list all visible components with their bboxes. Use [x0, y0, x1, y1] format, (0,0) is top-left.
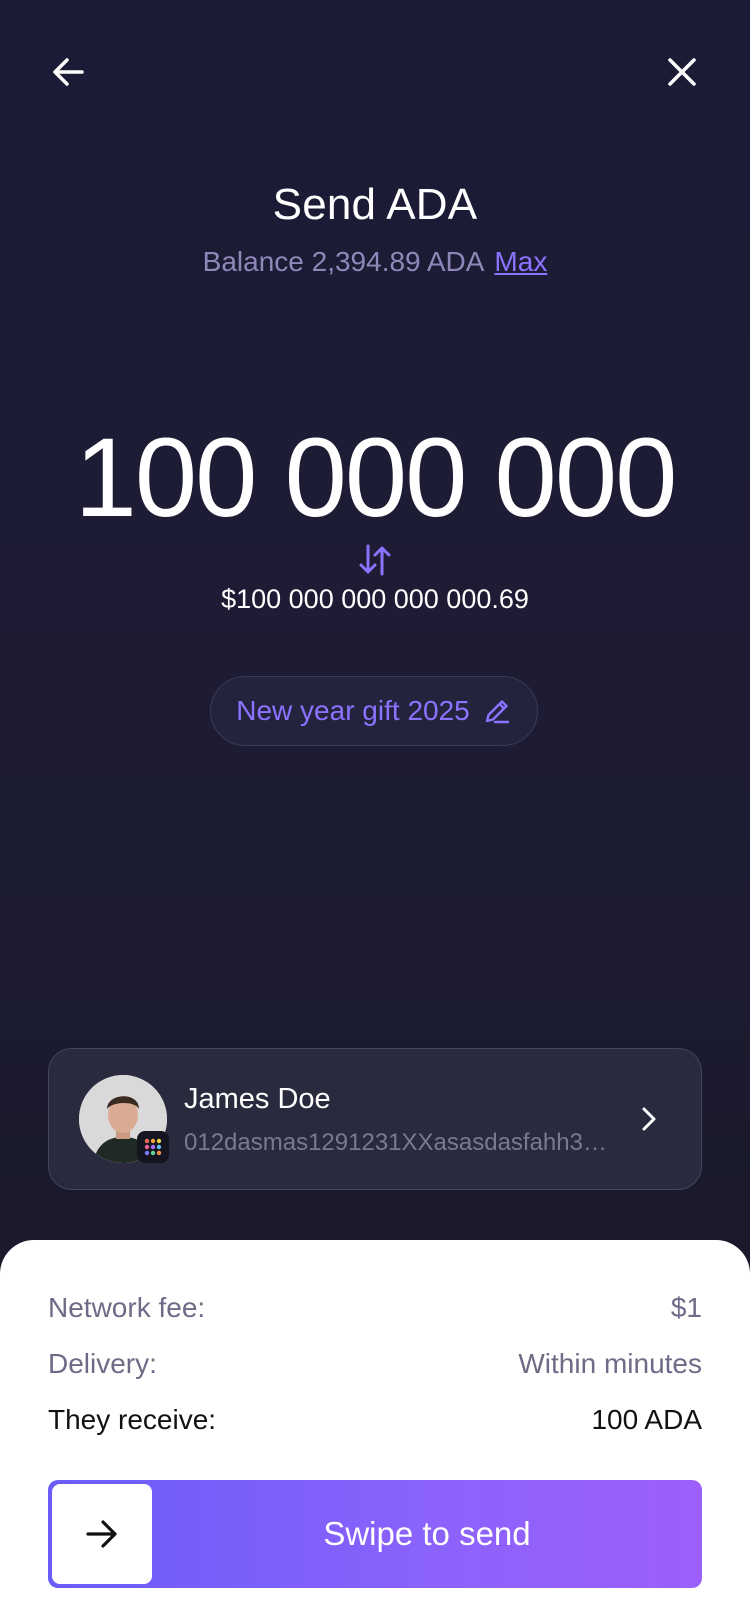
arrow-left-icon — [53, 58, 84, 86]
balance-row: Balance 2,394.89 ADA Max — [0, 246, 750, 278]
delivery-row: Delivery: Within minutes — [48, 1348, 702, 1380]
swipe-handle[interactable] — [52, 1484, 152, 1584]
chevron-right-icon — [642, 1107, 656, 1131]
delivery-value: Within minutes — [518, 1348, 702, 1379]
recipient-address: 012dasmas1291231XXasasdasfahh33... — [184, 1129, 614, 1156]
swap-vertical-icon[interactable] — [355, 540, 395, 580]
amount-display[interactable]: 100 000 000 — [0, 418, 750, 538]
note-text: New year gift 2025 — [236, 695, 470, 726]
balance-text: Balance 2,394.89 ADA — [202, 246, 485, 277]
close-button[interactable] — [652, 42, 712, 102]
back-button[interactable] — [38, 42, 98, 102]
swipe-label: Swipe to send — [323, 1515, 531, 1552]
pencil-icon — [485, 700, 509, 724]
fiat-value: $100 000 000 000 000.69 — [221, 584, 529, 614]
receive-row: They receive: 100 ADA — [48, 1404, 702, 1436]
network-fee-label: Network fee: — [48, 1292, 206, 1323]
receive-label: They receive: — [48, 1404, 217, 1435]
summary-sheet: Network fee: $1 Delivery: Within minutes… — [0, 1240, 750, 1624]
delivery-label: Delivery: — [48, 1348, 157, 1379]
network-fee-value: $1 — [670, 1292, 702, 1323]
top-bar — [0, 0, 750, 150]
max-button[interactable]: Max — [494, 246, 547, 277]
network-fee-row: Network fee: $1 — [48, 1292, 702, 1324]
recipient-name: James Doe — [184, 1083, 331, 1115]
arrow-right-icon — [86, 1520, 117, 1548]
note-chip[interactable]: New year gift 2025 — [210, 676, 538, 746]
page-title: Send ADA — [272, 180, 478, 229]
wallet-app-icon — [137, 1131, 169, 1163]
recipient-card[interactable]: James Doe 012dasmas1291231XXasasdasfahh3… — [48, 1048, 702, 1190]
receive-value: 100 ADA — [591, 1404, 702, 1435]
close-icon — [668, 58, 696, 86]
swipe-to-send-slider[interactable]: Swipe to send — [48, 1480, 702, 1588]
